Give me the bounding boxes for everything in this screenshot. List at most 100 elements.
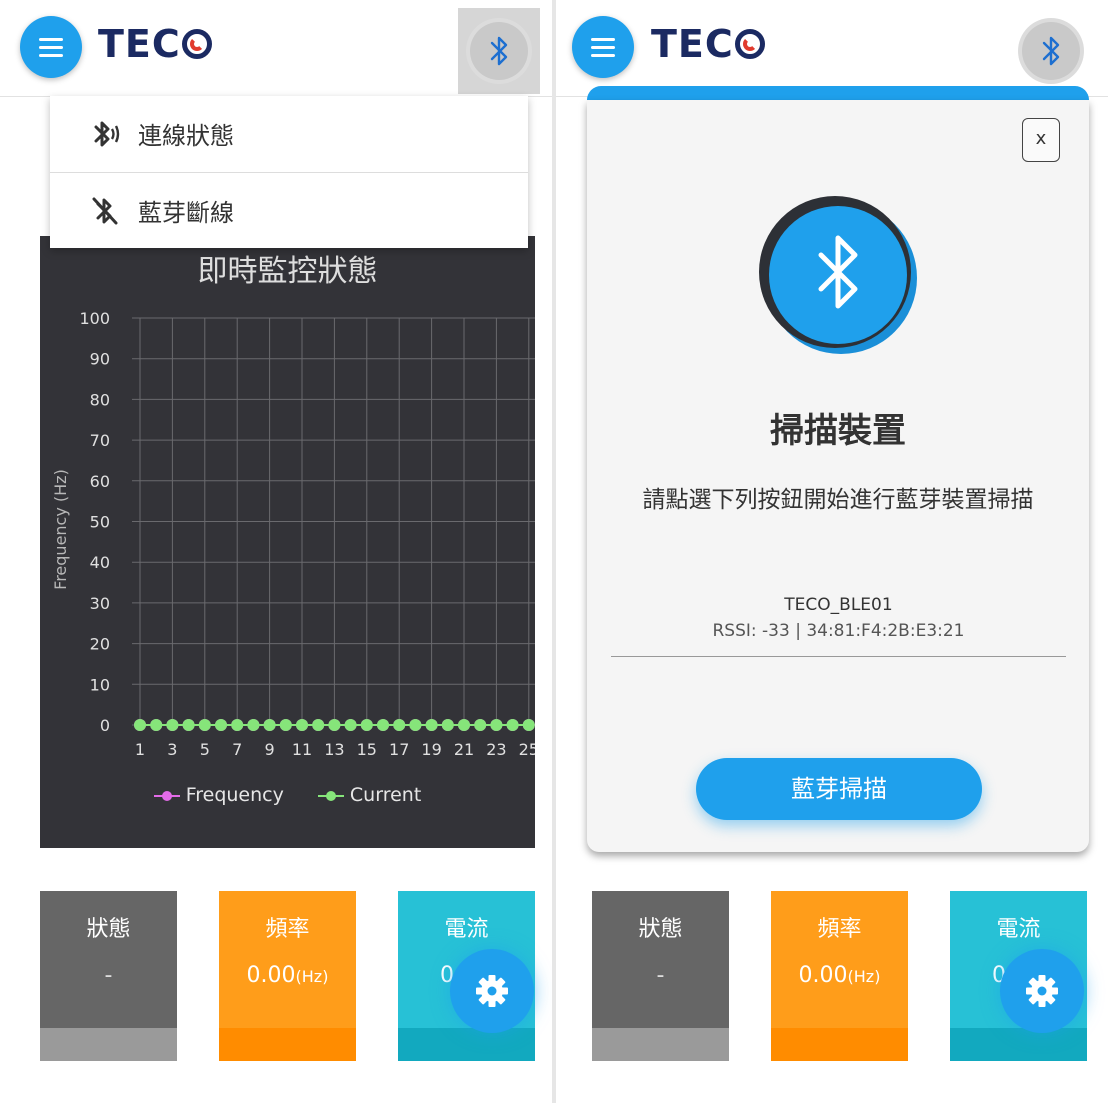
menu-item-bluetooth-disconnect[interactable]: 藍芽斷線	[50, 172, 528, 249]
data-point-current	[296, 719, 308, 731]
status-card-value: -	[656, 963, 665, 988]
frequency-card-footer	[219, 1028, 356, 1061]
bluetooth-disabled-icon	[92, 197, 118, 225]
menu-item-label: 連線狀態	[138, 122, 234, 150]
bluetooth-scan-button[interactable]: 藍芽掃描	[696, 758, 982, 820]
x-tick-label: 25	[519, 740, 535, 759]
legend-frequency[interactable]: Frequency	[153, 784, 284, 806]
right-screen: TEC 狀態 - 頻率 0.00(Hz) 電流 0 x 掃描裝置 請點選下列按鈕…	[556, 0, 1108, 1103]
menu-item-label: 藍芽斷線	[138, 199, 234, 227]
scan-device-modal: x 掃描裝置 請點選下列按鈕開始進行藍芽裝置掃描 TECO_BLE01 RSSI…	[587, 100, 1089, 852]
gear-icon	[1026, 975, 1058, 1007]
menu-button[interactable]	[20, 16, 82, 78]
x-tick-label: 3	[167, 740, 177, 759]
data-point-current	[360, 719, 373, 731]
y-tick-label: 90	[90, 350, 110, 369]
data-point-current	[377, 719, 389, 731]
bluetooth-icon	[490, 36, 508, 66]
menu-button[interactable]	[572, 16, 634, 78]
current-card-label: 電流	[996, 917, 1041, 942]
data-point-current	[506, 719, 519, 731]
frequency-unit: (Hz)	[847, 967, 881, 986]
realtime-chart-card: 即時監控狀態 0 10 20 30 40 50 60 70 80 90 100 1 3 5 7 9 11 13 15…	[40, 236, 535, 848]
frequency-card: 頻率 0.00(Hz)	[219, 891, 356, 1061]
y-tick-label: 10	[90, 675, 110, 694]
data-point-current	[231, 719, 244, 731]
close-button[interactable]: x	[1022, 118, 1060, 162]
status-card-value: -	[104, 963, 113, 988]
bluetooth-button[interactable]	[1022, 22, 1080, 80]
x-tick-label: 13	[324, 740, 344, 759]
settings-fab[interactable]	[1000, 949, 1084, 1033]
hamburger-icon-bar	[39, 54, 63, 57]
data-point-current	[458, 719, 470, 731]
hamburger-icon	[591, 38, 615, 41]
hamburger-icon	[39, 38, 63, 41]
bluetooth-button[interactable]	[470, 22, 528, 80]
x-tick-label: 11	[292, 740, 312, 759]
hamburger-icon-bar	[39, 46, 63, 49]
frequency-chart: 01020304050607080901001 3 5 7 9 11 13 15 17 19 21 2…	[51, 309, 535, 759]
x-tick-label: 9	[265, 740, 275, 759]
frequency-card-value: 0.00(Hz)	[771, 963, 908, 988]
y-tick-label: 30	[90, 594, 110, 613]
y-tick-label: 40	[90, 553, 110, 572]
status-card-label: 狀態	[638, 917, 683, 942]
chart-legend: Frequency Current	[40, 784, 535, 806]
data-point-current	[150, 719, 163, 731]
data-point-current	[166, 719, 179, 731]
device-rssi-mac: RSSI: -33 | 34:81:F4:2B:E3:21	[712, 621, 965, 641]
y-tick-label: 80	[90, 390, 110, 409]
y-tick-label: 100	[79, 309, 110, 328]
hamburger-icon-bar	[591, 46, 615, 49]
status-card: 狀態 -	[40, 891, 177, 1061]
status-card-body: 狀態 -	[40, 891, 177, 1028]
top-app-bar: TEC	[556, 0, 1108, 97]
x-tick-label: 21	[454, 740, 474, 759]
legend-current[interactable]: Current	[317, 784, 421, 806]
left-screen: TEC 連線狀態 藍芽斷線 即時監控狀態 0 10 20 30 40 50 60 7	[0, 0, 552, 1103]
modal-title: 掃描裝置	[770, 411, 906, 451]
data-point-current	[522, 719, 535, 731]
data-point-current	[279, 719, 292, 731]
data-point-current	[393, 719, 406, 731]
data-point-current	[215, 719, 227, 731]
frequency-value: 0.00	[798, 963, 848, 988]
frequency-card-label: 頻率	[265, 917, 310, 942]
x-tick-label: 23	[486, 740, 506, 759]
teco-logo: TEC	[651, 22, 765, 66]
gear-icon	[476, 975, 508, 1007]
y-tick-label: 50	[90, 513, 110, 532]
frequency-card-body: 頻率 0.00(Hz)	[771, 891, 908, 1028]
data-point-current	[344, 719, 357, 731]
teco-logo: TEC	[98, 22, 212, 66]
frequency-unit: (Hz)	[295, 967, 329, 986]
status-card: 狀態 -	[592, 891, 729, 1061]
status-card-footer	[592, 1028, 729, 1061]
bluetooth-connected-icon	[94, 121, 120, 147]
data-point-current	[312, 719, 325, 731]
top-app-bar: TEC	[0, 0, 552, 97]
data-point-current	[263, 719, 276, 731]
current-card-label: 電流	[444, 917, 489, 942]
data-point-current	[409, 719, 422, 731]
data-point-current	[441, 719, 454, 731]
frequency-card-footer	[771, 1028, 908, 1061]
y-tick-label: 70	[90, 431, 110, 450]
device-list-item[interactable]: TECO_BLE01 RSSI: -33 | 34:81:F4:2B:E3:21	[611, 592, 1066, 657]
logo-text: TEC	[98, 22, 181, 66]
status-card-body: 狀態 -	[592, 891, 729, 1028]
y-tick-label: 0	[100, 716, 110, 735]
logo-text: TEC	[651, 22, 734, 66]
settings-fab[interactable]	[450, 949, 534, 1033]
menu-item-connection-status[interactable]: 連線狀態	[50, 96, 528, 172]
data-point-current	[328, 719, 341, 731]
frequency-value: 0.00	[246, 963, 296, 988]
data-point-current	[490, 719, 503, 731]
data-point-current	[425, 719, 438, 731]
frequency-card: 頻率 0.00(Hz)	[771, 891, 908, 1061]
x-tick-label: 17	[389, 740, 409, 759]
x-tick-label: 19	[421, 740, 441, 759]
modal-top-accent	[587, 86, 1089, 100]
y-tick-label: 20	[90, 635, 110, 654]
